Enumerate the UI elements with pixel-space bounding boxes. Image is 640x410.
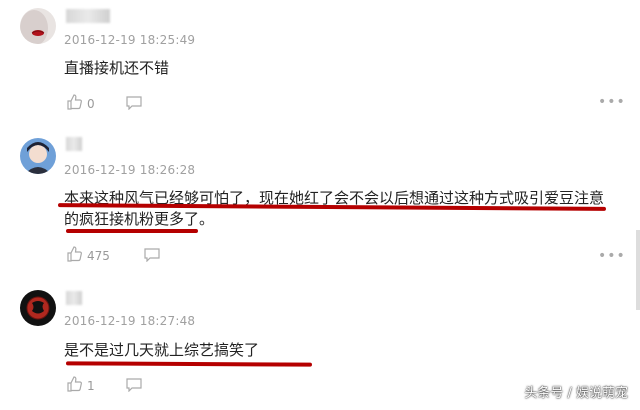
comment-timestamp: 2016-12-19 18:27:48 xyxy=(64,314,196,328)
like-count: 0 xyxy=(87,96,95,111)
red-underline xyxy=(65,361,313,367)
comment-timestamp: 2016-12-19 18:26:28 xyxy=(64,163,196,177)
thumbs-up-icon xyxy=(66,94,82,113)
scrollbar[interactable] xyxy=(636,230,640,310)
thumbs-up-icon xyxy=(66,246,82,265)
more-icon[interactable]: ••• xyxy=(598,94,626,110)
more-icon[interactable]: ••• xyxy=(598,248,626,264)
avatar[interactable] xyxy=(20,290,56,326)
comment-text-line: 的疯狂接机粉更多了。 xyxy=(64,210,215,228)
reply-icon[interactable] xyxy=(126,377,142,396)
reply-icon[interactable] xyxy=(144,247,160,266)
username-blurred[interactable] xyxy=(66,291,82,305)
reply-icon[interactable] xyxy=(126,95,142,114)
like-button[interactable]: 1 xyxy=(66,376,95,395)
red-underline xyxy=(66,229,198,233)
like-count: 1 xyxy=(87,378,95,393)
comment-timestamp: 2016-12-19 18:25:49 xyxy=(64,33,196,47)
avatar[interactable] xyxy=(20,8,56,44)
username-blurred[interactable] xyxy=(66,137,82,151)
like-button[interactable]: 475 xyxy=(66,246,110,265)
avatar[interactable] xyxy=(20,138,56,174)
comment-text: 直播接机还不错 xyxy=(64,59,170,77)
like-count: 475 xyxy=(87,248,110,263)
watermark: 头条号 / 娱说萌宠 xyxy=(524,386,628,401)
like-button[interactable]: 0 xyxy=(66,94,95,113)
username-blurred[interactable] xyxy=(66,9,110,23)
thumbs-up-icon xyxy=(66,376,82,395)
comment-text: 是不是过几天就上综艺搞笑了 xyxy=(64,341,260,359)
